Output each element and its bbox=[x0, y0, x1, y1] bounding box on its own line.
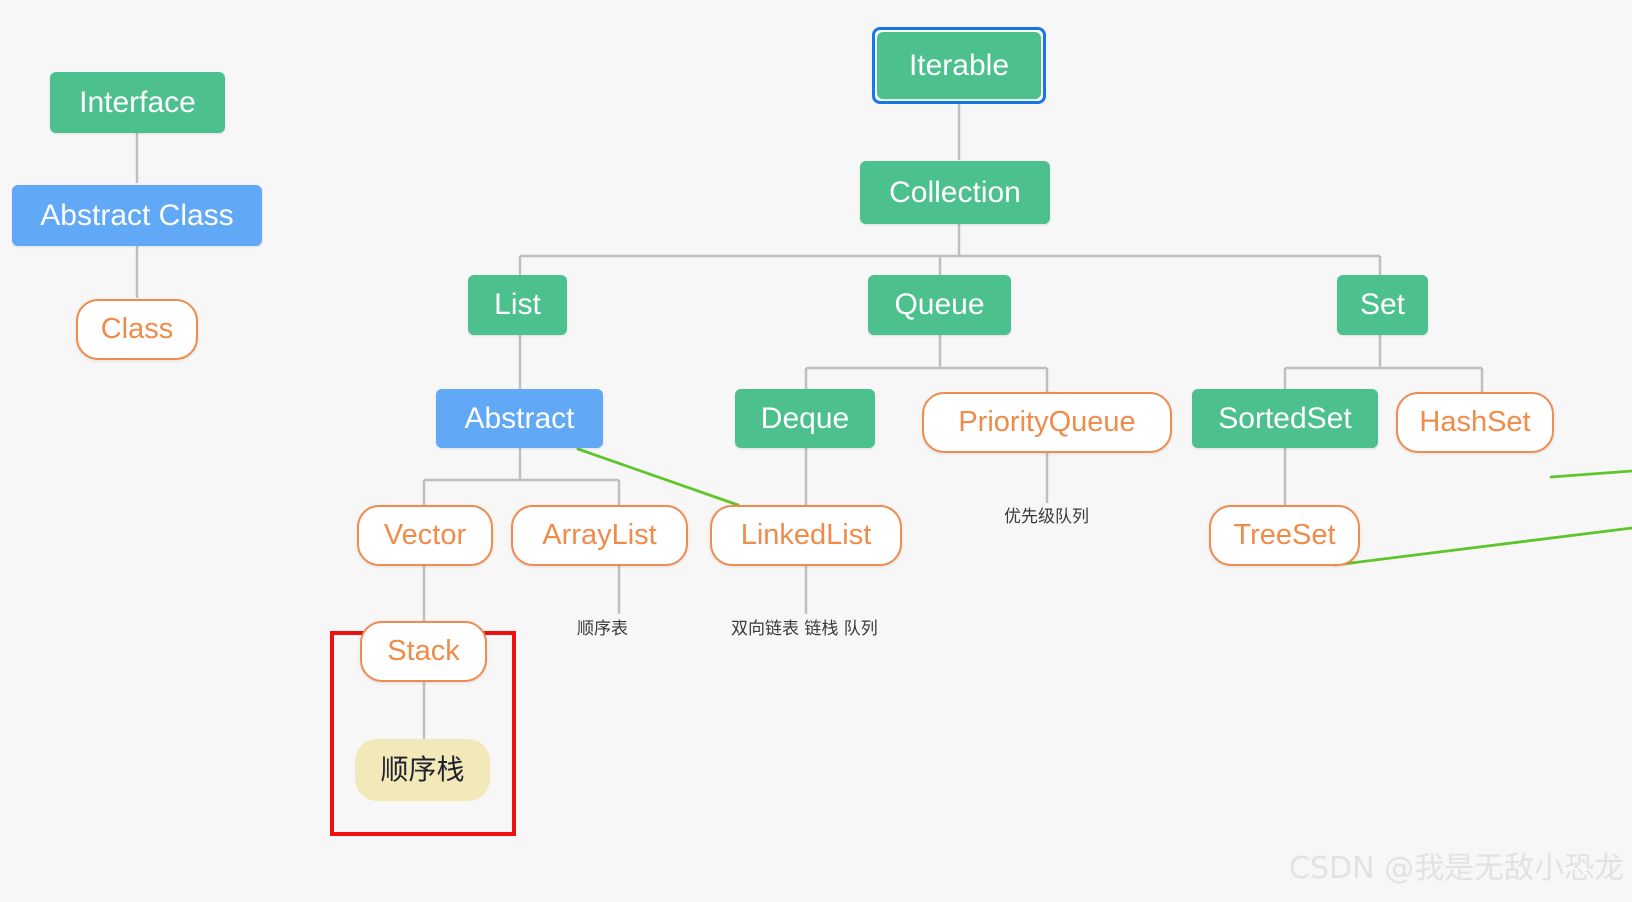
legend-class-label: Class bbox=[100, 313, 174, 345]
node-deque[interactable]: Deque bbox=[735, 389, 875, 448]
node-sequential-stack[interactable]: 顺序栈 bbox=[355, 739, 490, 801]
annotation-arraylist: 顺序表 bbox=[577, 621, 628, 638]
node-priorityqueue[interactable]: PriorityQueue bbox=[922, 392, 1172, 453]
node-list-label: List bbox=[494, 288, 541, 321]
node-linkedlist-label: LinkedList bbox=[740, 519, 872, 551]
node-queue-label: Queue bbox=[894, 288, 985, 321]
diagram-canvas: Interface Abstract Class Class Iterable … bbox=[0, 0, 1632, 902]
node-collection[interactable]: Collection bbox=[860, 161, 1050, 224]
node-set-label: Set bbox=[1359, 288, 1406, 321]
annotation-priorityqueue: 优先级队列 bbox=[1004, 509, 1089, 526]
node-hashset-label: HashSet bbox=[1419, 406, 1531, 438]
node-treeset[interactable]: TreeSet bbox=[1209, 505, 1360, 566]
node-linkedlist[interactable]: LinkedList bbox=[710, 505, 902, 566]
node-queue[interactable]: Queue bbox=[868, 275, 1011, 335]
node-sortedset[interactable]: SortedSet bbox=[1192, 389, 1378, 448]
node-set[interactable]: Set bbox=[1337, 275, 1428, 335]
watermark: CSDN @我是无敌小恐龙 bbox=[1289, 843, 1624, 887]
legend-interface-label: Interface bbox=[79, 85, 196, 119]
watermark-text: CSDN @我是无敌小恐龙 bbox=[1289, 851, 1625, 886]
node-abstract-label: Abstract bbox=[464, 401, 575, 435]
node-vector-label: Vector bbox=[383, 519, 467, 551]
annotation-linkedlist: 双向链表 链栈 队列 bbox=[731, 621, 878, 638]
node-list[interactable]: List bbox=[468, 275, 567, 335]
annotation-priorityqueue-text: 优先级队列 bbox=[1004, 507, 1089, 527]
node-sortedset-label: SortedSet bbox=[1218, 401, 1352, 435]
node-collection-label: Collection bbox=[889, 175, 1021, 209]
node-vector[interactable]: Vector bbox=[357, 505, 493, 566]
node-deque-label: Deque bbox=[760, 401, 850, 435]
annotation-arraylist-text: 顺序表 bbox=[577, 619, 628, 639]
legend-interface-node[interactable]: Interface bbox=[50, 72, 225, 133]
node-sequential-stack-label: 顺序栈 bbox=[380, 753, 465, 786]
legend-abstract-class-node[interactable]: Abstract Class bbox=[12, 185, 262, 246]
node-iterable-label: Iterable bbox=[908, 48, 1010, 82]
node-iterable[interactable]: Iterable bbox=[877, 32, 1041, 99]
annotation-linkedlist-text: 双向链表 链栈 队列 bbox=[731, 619, 878, 639]
node-arraylist[interactable]: ArrayList bbox=[511, 505, 688, 566]
node-priorityqueue-label: PriorityQueue bbox=[958, 406, 1136, 438]
node-abstract[interactable]: Abstract bbox=[436, 389, 603, 448]
edge-abstract-linkedlist-relation bbox=[576, 447, 740, 507]
edge-hashset-relation bbox=[1549, 469, 1632, 479]
node-treeset-label: TreeSet bbox=[1233, 519, 1336, 551]
node-arraylist-label: ArrayList bbox=[542, 519, 657, 551]
connector-edges bbox=[135, 98, 1632, 739]
legend-class-node[interactable]: Class bbox=[76, 299, 198, 360]
node-stack-label: Stack bbox=[387, 635, 460, 667]
edge-treeset-relation bbox=[1333, 526, 1632, 567]
legend-abstract-class-label: Abstract Class bbox=[40, 198, 234, 232]
node-hashset[interactable]: HashSet bbox=[1396, 392, 1554, 453]
node-stack[interactable]: Stack bbox=[360, 621, 487, 682]
